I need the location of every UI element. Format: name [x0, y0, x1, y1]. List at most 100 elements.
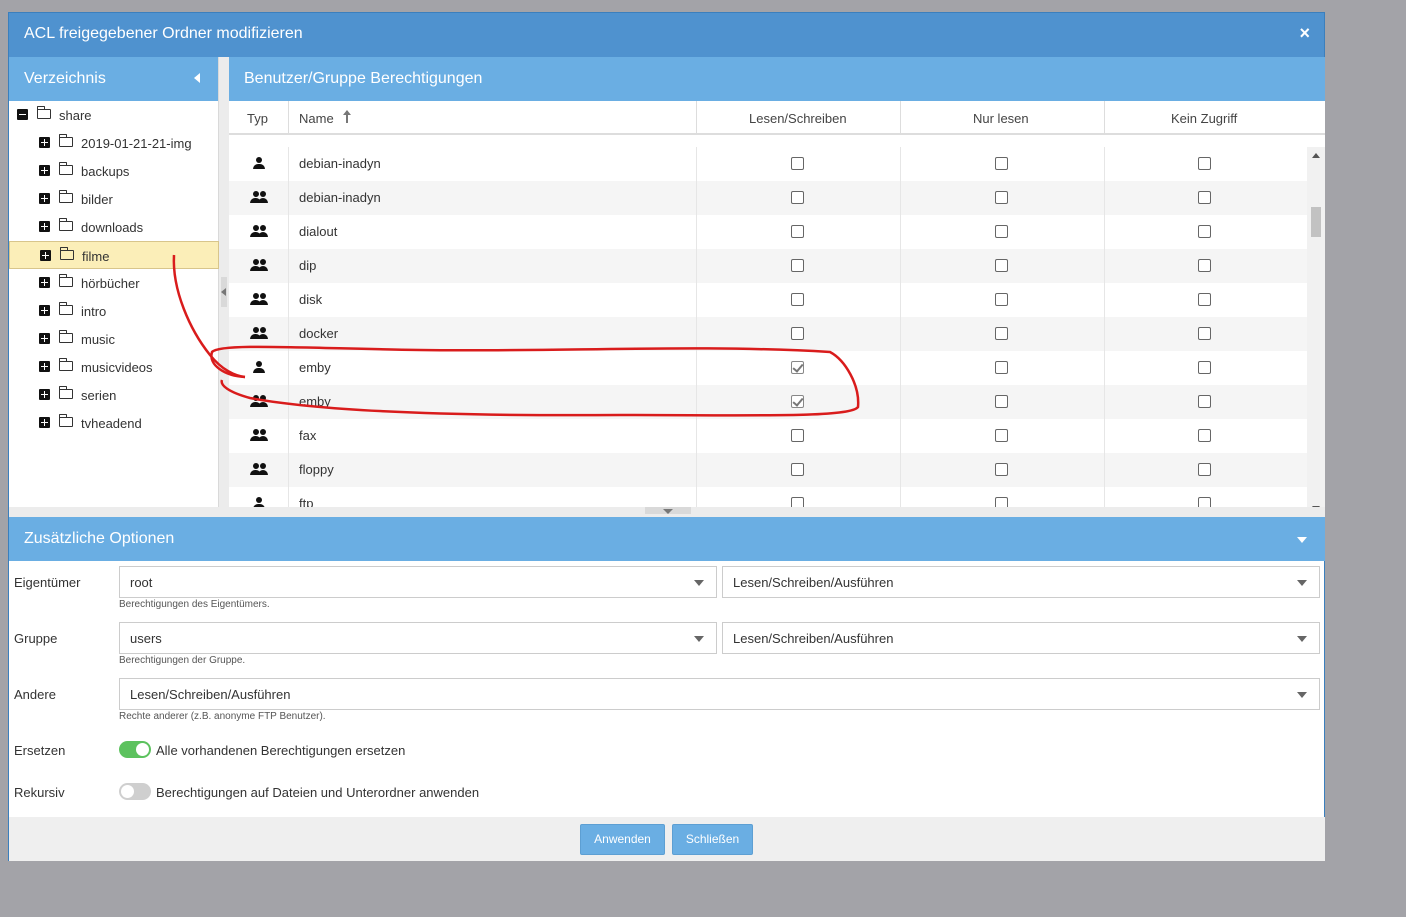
- horizontal-splitter[interactable]: [9, 507, 1325, 517]
- expand-icon[interactable]: [39, 389, 50, 400]
- tree-item-downloads[interactable]: downloads: [9, 213, 219, 241]
- tree-item-music[interactable]: music: [9, 325, 219, 353]
- directory-tree: share 2019-01-21-21-img backups bilder downl…: [9, 101, 219, 437]
- table-row[interactable]: debian-inadyn: [229, 181, 1307, 215]
- tree-item-filme[interactable]: filme: [9, 241, 219, 269]
- collapse-icon[interactable]: [17, 109, 28, 120]
- table-row[interactable]: debian-inadyn: [229, 147, 1307, 181]
- expand-icon[interactable]: [40, 250, 51, 261]
- collapse-options-icon[interactable]: [1297, 537, 1307, 543]
- collapse-left-icon[interactable]: [194, 73, 200, 83]
- tree-item-bilder[interactable]: bilder: [9, 185, 219, 213]
- rw-checkbox[interactable]: [791, 395, 804, 408]
- ro-checkbox[interactable]: [995, 429, 1008, 442]
- table-row[interactable]: docker: [229, 317, 1307, 351]
- col-header-rw[interactable]: Lesen/Schreiben: [697, 101, 901, 135]
- directory-panel-header: Verzeichnis: [9, 57, 218, 101]
- rw-checkbox[interactable]: [791, 259, 804, 272]
- tree-item-label: downloads: [81, 220, 144, 235]
- ro-checkbox[interactable]: [995, 191, 1008, 204]
- others-label: Andere: [14, 687, 56, 702]
- tree-item-h-rb-cher[interactable]: hörbücher: [9, 269, 219, 297]
- none-checkbox[interactable]: [1198, 395, 1211, 408]
- none-checkbox[interactable]: [1198, 259, 1211, 272]
- group-select[interactable]: users: [119, 622, 717, 654]
- expand-icon[interactable]: [39, 333, 50, 344]
- scroll-thumb[interactable]: [1311, 207, 1321, 237]
- rw-checkbox[interactable]: [791, 463, 804, 476]
- none-checkbox[interactable]: [1198, 293, 1211, 306]
- none-checkbox[interactable]: [1198, 191, 1211, 204]
- table-row[interactable]: disk: [229, 283, 1307, 317]
- group-perm-select[interactable]: Lesen/Schreiben/Ausführen: [722, 622, 1320, 654]
- others-perm-select[interactable]: Lesen/Schreiben/Ausführen: [119, 678, 1320, 710]
- owner-perm-value: Lesen/Schreiben/Ausführen: [733, 575, 894, 590]
- tree-item-label: intro: [81, 304, 107, 319]
- owner-perm-select[interactable]: Lesen/Schreiben/Ausführen: [722, 566, 1320, 598]
- tree-item-2019-01-21-21-img[interactable]: 2019-01-21-21-img: [9, 129, 219, 157]
- none-checkbox[interactable]: [1198, 157, 1211, 170]
- none-checkbox[interactable]: [1198, 429, 1211, 442]
- rw-checkbox[interactable]: [791, 429, 804, 442]
- expand-icon[interactable]: [39, 193, 50, 204]
- grid-scrollbar[interactable]: [1307, 147, 1325, 517]
- none-checkbox[interactable]: [1198, 361, 1211, 374]
- ro-checkbox[interactable]: [995, 463, 1008, 476]
- hsplit-handle[interactable]: [645, 507, 691, 514]
- col-header-ro[interactable]: Nur lesen: [901, 101, 1105, 135]
- rw-checkbox[interactable]: [791, 293, 804, 306]
- expand-icon[interactable]: [39, 361, 50, 372]
- owner-select[interactable]: root: [119, 566, 717, 598]
- tree-item-serien[interactable]: serien: [9, 381, 219, 409]
- replace-toggle[interactable]: [119, 741, 151, 758]
- expand-icon[interactable]: [39, 221, 50, 232]
- table-row[interactable]: dip: [229, 249, 1307, 283]
- vertical-splitter[interactable]: [219, 57, 229, 517]
- ro-checkbox[interactable]: [995, 361, 1008, 374]
- col-header-none[interactable]: Kein Zugriff: [1105, 101, 1325, 135]
- folder-icon: [59, 302, 73, 315]
- expand-icon[interactable]: [39, 165, 50, 176]
- splitter-handle[interactable]: [221, 277, 227, 307]
- table-row[interactable]: dialout: [229, 215, 1307, 249]
- tree-item-tvheadend[interactable]: tvheadend: [9, 409, 219, 437]
- none-checkbox[interactable]: [1198, 225, 1211, 238]
- scroll-up-icon[interactable]: [1312, 153, 1320, 158]
- ro-checkbox[interactable]: [995, 157, 1008, 170]
- directory-panel: Verzeichnis share 2019-01-21-21-img backup…: [9, 57, 219, 517]
- rw-checkbox[interactable]: [791, 225, 804, 238]
- ro-checkbox[interactable]: [995, 327, 1008, 340]
- col-header-name[interactable]: Name: [289, 101, 697, 135]
- options-header[interactable]: Zusätzliche Optionen: [9, 517, 1325, 561]
- expand-icon[interactable]: [39, 305, 50, 316]
- expand-icon[interactable]: [39, 417, 50, 428]
- rw-checkbox[interactable]: [791, 157, 804, 170]
- tree-item-musicvideos[interactable]: musicvideos: [9, 353, 219, 381]
- rw-checkbox[interactable]: [791, 327, 804, 340]
- group-icon: [250, 259, 268, 271]
- rw-checkbox[interactable]: [791, 191, 804, 204]
- close-button[interactable]: Schließen: [672, 824, 753, 855]
- table-row[interactable]: floppy: [229, 453, 1307, 487]
- table-row[interactable]: emby: [229, 385, 1307, 419]
- tree-item-backups[interactable]: backups: [9, 157, 219, 185]
- ro-checkbox[interactable]: [995, 293, 1008, 306]
- ro-checkbox[interactable]: [995, 259, 1008, 272]
- replace-label: Ersetzen: [14, 743, 66, 758]
- table-row[interactable]: fax: [229, 419, 1307, 453]
- none-checkbox[interactable]: [1198, 327, 1211, 340]
- table-row[interactable]: emby: [229, 351, 1307, 385]
- ro-checkbox[interactable]: [995, 395, 1008, 408]
- others-perm-value: Lesen/Schreiben/Ausführen: [130, 687, 291, 702]
- ro-checkbox[interactable]: [995, 225, 1008, 238]
- rw-checkbox[interactable]: [791, 361, 804, 374]
- close-icon[interactable]: ×: [1299, 23, 1310, 44]
- expand-icon[interactable]: [39, 277, 50, 288]
- recursive-toggle[interactable]: [119, 783, 151, 800]
- tree-item-intro[interactable]: intro: [9, 297, 219, 325]
- apply-button[interactable]: Anwenden: [580, 824, 665, 855]
- none-checkbox[interactable]: [1198, 463, 1211, 476]
- col-header-type[interactable]: Typ: [229, 101, 289, 135]
- tree-item-share[interactable]: share: [9, 101, 219, 129]
- expand-icon[interactable]: [39, 137, 50, 148]
